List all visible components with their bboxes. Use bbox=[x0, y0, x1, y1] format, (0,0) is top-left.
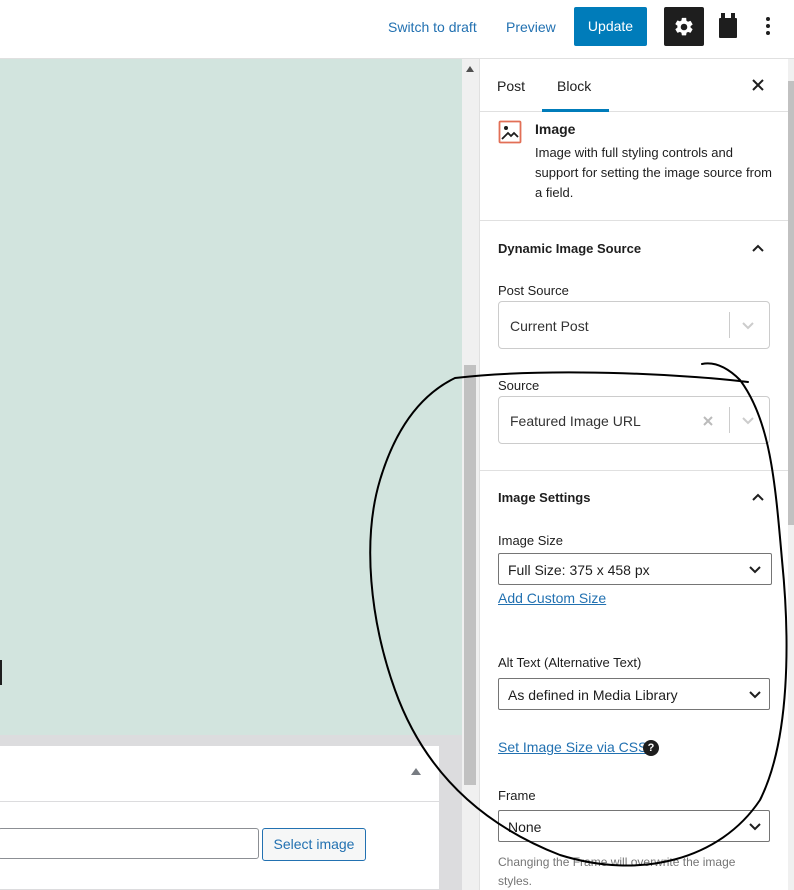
tab-block[interactable]: Block bbox=[557, 76, 591, 96]
scroll-up-arrow-icon[interactable] bbox=[466, 66, 474, 72]
select-separator bbox=[729, 407, 730, 433]
options-button[interactable] bbox=[756, 11, 780, 41]
chevron-up-icon bbox=[752, 244, 764, 252]
block-description: Image with full styling controls and sup… bbox=[535, 145, 773, 200]
gear-icon bbox=[675, 17, 693, 35]
chevron-down-icon bbox=[747, 562, 763, 578]
select-image-button[interactable]: Select image bbox=[262, 828, 366, 861]
source-value: Featured Image URL bbox=[510, 413, 641, 429]
block-title: Image bbox=[535, 121, 576, 137]
sidebar-scrollbar[interactable] bbox=[788, 59, 794, 890]
frame-value: None bbox=[508, 819, 542, 835]
image-size-select[interactable]: Full Size: 375 x 458 px bbox=[498, 553, 772, 585]
sidebar-scrollbar-thumb[interactable] bbox=[788, 81, 794, 525]
chevron-down-icon bbox=[742, 417, 754, 425]
switch-to-draft-button[interactable]: Switch to draft bbox=[388, 17, 477, 37]
source-dropdown-button[interactable] bbox=[737, 410, 759, 432]
dynamic-image-source-title[interactable]: Dynamic Image Source bbox=[498, 239, 641, 259]
meta-box-header[interactable] bbox=[0, 746, 439, 802]
frame-select[interactable]: None bbox=[498, 810, 770, 842]
image-size-label: Image Size bbox=[498, 533, 564, 548]
alt-text-label: Alt Text (Alternative Text) bbox=[498, 655, 642, 670]
close-sidebar-button[interactable] bbox=[748, 75, 768, 95]
collapse-image-settings-button[interactable] bbox=[748, 487, 768, 507]
collapse-dynamic-source-button[interactable] bbox=[748, 238, 768, 258]
panel-divider bbox=[480, 470, 788, 471]
preview-button[interactable]: Preview bbox=[506, 17, 556, 37]
image-size-value: Full Size: 375 x 458 px bbox=[508, 562, 650, 578]
chevron-up-icon bbox=[752, 493, 764, 501]
alt-text-select[interactable]: As defined in Media Library bbox=[498, 678, 770, 710]
clear-icon bbox=[703, 416, 713, 426]
tab-post[interactable]: Post bbox=[497, 76, 525, 96]
source-select[interactable]: Featured Image URL bbox=[498, 396, 770, 444]
source-label: Source bbox=[498, 378, 540, 393]
editor-canvas: Select image bbox=[0, 59, 462, 890]
update-button[interactable]: Update bbox=[574, 7, 647, 46]
more-vertical-icon bbox=[766, 17, 770, 35]
post-source-label: Post Source bbox=[498, 283, 569, 298]
chevron-down-icon bbox=[747, 687, 763, 703]
alt-text-value: As defined in Media Library bbox=[508, 687, 678, 703]
select-separator bbox=[729, 312, 730, 338]
editor-top-bar: Switch to draft Preview Update bbox=[0, 0, 794, 59]
post-source-value: Current Post bbox=[510, 318, 589, 334]
plugin-icon bbox=[719, 13, 737, 38]
collapse-arrow-icon[interactable] bbox=[411, 768, 421, 775]
text-cursor bbox=[0, 660, 2, 685]
frame-help-text: Changing the Frame will overwrite the im… bbox=[498, 855, 736, 888]
plugin-sidebar-button[interactable] bbox=[716, 11, 740, 41]
image-url-input[interactable] bbox=[0, 828, 259, 859]
settings-sidebar: Post Block Image Image with full styling… bbox=[479, 59, 794, 890]
close-icon bbox=[752, 79, 764, 91]
block-card: Image Image with full styling controls a… bbox=[480, 112, 788, 221]
sidebar-tabs: Post Block bbox=[480, 59, 794, 112]
image-settings-title[interactable]: Image Settings bbox=[498, 488, 590, 508]
help-icon[interactable]: ? bbox=[643, 740, 659, 756]
frame-label: Frame bbox=[498, 788, 536, 803]
settings-button[interactable] bbox=[664, 7, 704, 46]
chevron-down-icon bbox=[742, 322, 754, 330]
canvas-scrollbar[interactable] bbox=[462, 59, 479, 890]
image-block-preview[interactable] bbox=[0, 59, 462, 735]
image-block-icon bbox=[498, 120, 522, 144]
chevron-down-icon bbox=[747, 819, 763, 835]
scrollbar-thumb[interactable] bbox=[464, 365, 476, 785]
clear-source-button[interactable] bbox=[697, 410, 719, 432]
post-source-dropdown-button[interactable] bbox=[737, 315, 759, 337]
set-image-size-css-link[interactable]: Set Image Size via CSS bbox=[498, 737, 647, 757]
post-source-select[interactable]: Current Post bbox=[498, 301, 770, 349]
add-custom-size-link[interactable]: Add Custom Size bbox=[498, 588, 606, 608]
meta-box: Select image bbox=[0, 745, 440, 890]
